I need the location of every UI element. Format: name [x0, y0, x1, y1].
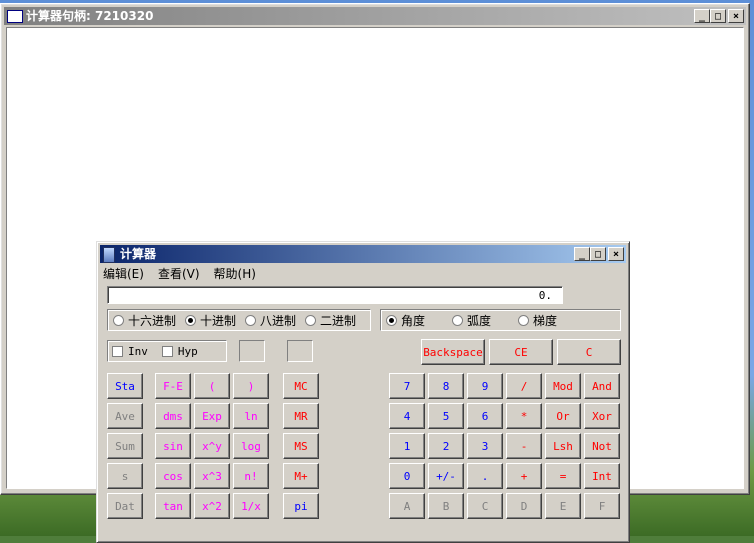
keypad-button[interactable]: D	[506, 493, 542, 519]
keypad-button[interactable]: 4	[389, 403, 425, 429]
keypad-button[interactable]: Mod	[545, 373, 581, 399]
calc-minimize-button[interactable]: _	[574, 247, 590, 261]
calculator-icon	[103, 247, 115, 263]
radio-grads[interactable]: 梯度	[518, 312, 557, 329]
calculator-title-bar[interactable]: 计算器 _ □ ×	[100, 245, 626, 263]
keypad-button[interactable]: C	[467, 493, 503, 519]
keypad-button[interactable]: Or	[545, 403, 581, 429]
close-button[interactable]: ×	[728, 9, 744, 23]
keypad-button[interactable]: +/-	[428, 463, 464, 489]
function-button[interactable]: x^3	[194, 463, 230, 489]
function-button[interactable]: ln	[233, 403, 269, 429]
keypad-button[interactable]: -	[506, 433, 542, 459]
stat-button[interactable]: Sta	[107, 373, 143, 399]
menu-help[interactable]: 帮助(H)	[214, 265, 256, 283]
function-button[interactable]: x^2	[194, 493, 230, 519]
maximize-button[interactable]: □	[710, 9, 726, 23]
calc-maximize-button[interactable]: □	[590, 247, 606, 261]
function-button[interactable]: sin	[155, 433, 191, 459]
window-icon	[7, 10, 23, 23]
keypad-button[interactable]: 7	[389, 373, 425, 399]
memory-indicator	[239, 340, 265, 362]
clear-button[interactable]: C	[557, 339, 621, 365]
menu-view[interactable]: 查看(V)	[158, 265, 200, 283]
minimize-button[interactable]: _	[694, 9, 710, 23]
clear-entry-button[interactable]: CE	[489, 339, 553, 365]
function-button[interactable]: dms	[155, 403, 191, 429]
calculator-title: 计算器	[120, 247, 157, 261]
radio-dot	[113, 314, 124, 326]
keypad-button[interactable]: And	[584, 373, 620, 399]
number-base-group: 十六进制 十进制 八进制 二进制	[107, 309, 371, 331]
keypad-button[interactable]: 2	[428, 433, 464, 459]
keypad-button[interactable]: *	[506, 403, 542, 429]
radio-dot	[386, 314, 397, 326]
keypad-button[interactable]: .	[467, 463, 503, 489]
keypad-button[interactable]: /	[506, 373, 542, 399]
function-button[interactable]: cos	[155, 463, 191, 489]
checkbox-box	[161, 345, 173, 357]
function-button[interactable]: log	[233, 433, 269, 459]
keypad-button[interactable]: 6	[467, 403, 503, 429]
function-button[interactable]: n!	[233, 463, 269, 489]
inv-hyp-group: Inv Hyp	[107, 340, 227, 362]
keypad-button[interactable]: 5	[428, 403, 464, 429]
memory-button[interactable]: MC	[283, 373, 319, 399]
radio-degrees[interactable]: 角度	[386, 312, 425, 329]
memory-button[interactable]: M+	[283, 463, 319, 489]
keypad-button[interactable]: 8	[428, 373, 464, 399]
radio-dec[interactable]: 十进制	[185, 312, 236, 329]
keypad-button[interactable]: +	[506, 463, 542, 489]
radio-oct[interactable]: 八进制	[245, 312, 296, 329]
radio-radians[interactable]: 弧度	[452, 312, 491, 329]
keypad-button[interactable]: Int	[584, 463, 620, 489]
calc-close-button[interactable]: ×	[608, 247, 624, 261]
checkbox-box	[112, 345, 123, 357]
calculator-window: 计算器 _ □ × 编辑(E) 查看(V) 帮助(H) 0. 十六进制 十进制 …	[96, 241, 630, 543]
angle-unit-group: 角度 弧度 梯度	[380, 309, 621, 331]
keypad-button[interactable]: Lsh	[545, 433, 581, 459]
keypad-button[interactable]: A	[389, 493, 425, 519]
function-button[interactable]: x^y	[194, 433, 230, 459]
radio-dot	[185, 314, 197, 326]
keypad-button[interactable]: =	[545, 463, 581, 489]
keypad-button[interactable]: E	[545, 493, 581, 519]
keypad-button[interactable]: 1	[389, 433, 425, 459]
radio-hex[interactable]: 十六进制	[113, 312, 176, 329]
keypad-button[interactable]: B	[428, 493, 464, 519]
keypad-button[interactable]: Xor	[584, 403, 620, 429]
menu-bar: 编辑(E) 查看(V) 帮助(H)	[103, 265, 270, 283]
paren-indicator	[287, 340, 313, 362]
radio-dot	[245, 314, 257, 326]
memory-button[interactable]: pi	[283, 493, 319, 519]
checkbox-inv[interactable]: Inv	[112, 345, 148, 358]
stat-button[interactable]: Sum	[107, 433, 143, 459]
stat-button[interactable]: s	[107, 463, 143, 489]
radio-dot	[518, 314, 530, 326]
backspace-button[interactable]: Backspace	[421, 339, 485, 365]
keypad-button[interactable]: 3	[467, 433, 503, 459]
checkbox-hyp[interactable]: Hyp	[161, 345, 198, 358]
stat-button[interactable]: Dat	[107, 493, 143, 519]
keypad-button[interactable]: 9	[467, 373, 503, 399]
stat-button[interactable]: Ave	[107, 403, 143, 429]
function-button[interactable]: 1/x	[233, 493, 269, 519]
outer-title-bar[interactable]: 计算器句柄: 7210320 _ □ ×	[4, 7, 746, 25]
memory-button[interactable]: MR	[283, 403, 319, 429]
function-button[interactable]: )	[233, 373, 269, 399]
calculator-display: 0.	[107, 286, 563, 304]
function-button[interactable]: F-E	[155, 373, 191, 399]
keypad-button[interactable]: F	[584, 493, 620, 519]
radio-bin[interactable]: 二进制	[305, 312, 356, 329]
function-button[interactable]: Exp	[194, 403, 230, 429]
keypad-button[interactable]: 0	[389, 463, 425, 489]
radio-dot	[305, 314, 317, 326]
function-button[interactable]: (	[194, 373, 230, 399]
keypad-button[interactable]: Not	[584, 433, 620, 459]
memory-button[interactable]: MS	[283, 433, 319, 459]
menu-edit[interactable]: 编辑(E)	[103, 265, 144, 283]
function-button[interactable]: tan	[155, 493, 191, 519]
outer-window-title: 计算器句柄: 7210320	[26, 9, 154, 23]
radio-dot	[452, 314, 464, 326]
